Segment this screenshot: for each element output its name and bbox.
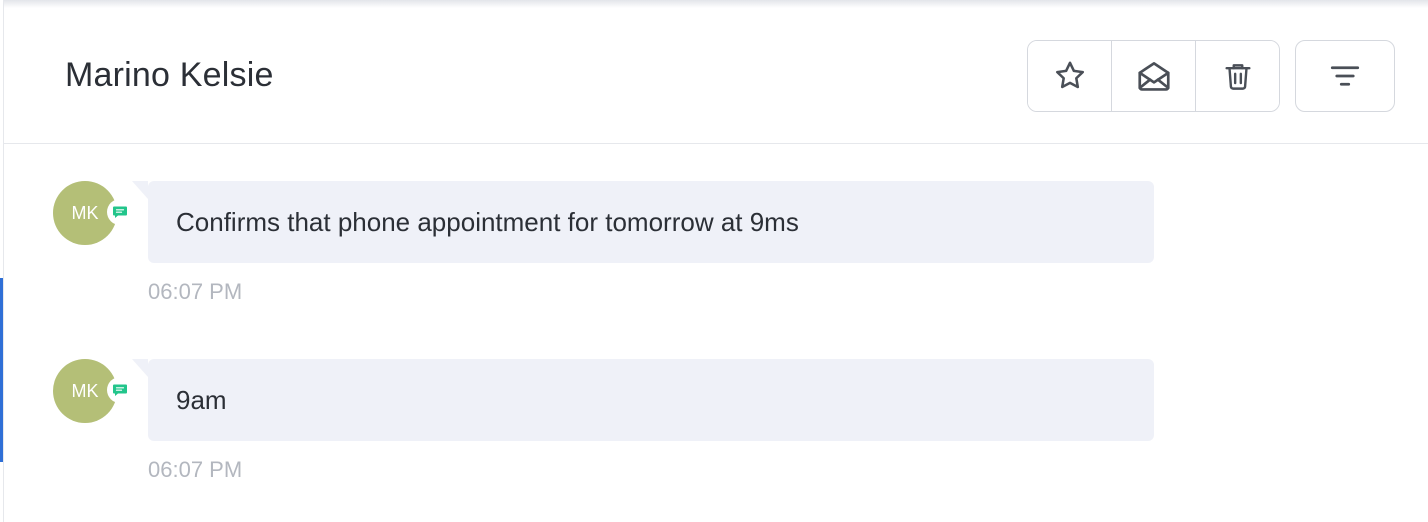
sms-icon (113, 206, 127, 218)
filter-icon (1330, 66, 1360, 86)
action-button-group (1027, 40, 1280, 112)
message-bubble: Confirms that phone appointment for tomo… (148, 181, 1154, 263)
message-timestamp: 06:07 PM (148, 457, 243, 482)
trash-icon (1224, 64, 1251, 90)
conversation-panel: Marino Kelsie MK Confirms that phone app… (0, 0, 1428, 522)
star-button[interactable] (1028, 41, 1112, 111)
avatar-initials: MK (71, 202, 99, 223)
envelope-open-icon (1137, 61, 1170, 91)
channel-badge (107, 377, 133, 403)
message-text: Confirms that phone appointment for tomo… (176, 207, 799, 237)
selection-indicator (0, 278, 3, 462)
conversation-header: Marino Kelsie (4, 8, 1428, 144)
avatar-initials: MK (71, 380, 99, 401)
message-text: 9am (176, 385, 227, 415)
channel-badge (107, 199, 133, 225)
top-divider (0, 0, 1428, 8)
sms-icon (113, 384, 127, 396)
message-timestamp: 06:07 PM (148, 279, 243, 304)
mark-read-button[interactable] (1112, 41, 1196, 111)
filter-button[interactable] (1295, 40, 1395, 112)
bubble-tail (132, 181, 148, 199)
star-icon (1055, 61, 1084, 89)
delete-button[interactable] (1196, 41, 1279, 111)
contact-name: Marino Kelsie (65, 56, 274, 94)
bubble-tail (132, 359, 148, 377)
message-bubble: 9am (148, 359, 1154, 441)
